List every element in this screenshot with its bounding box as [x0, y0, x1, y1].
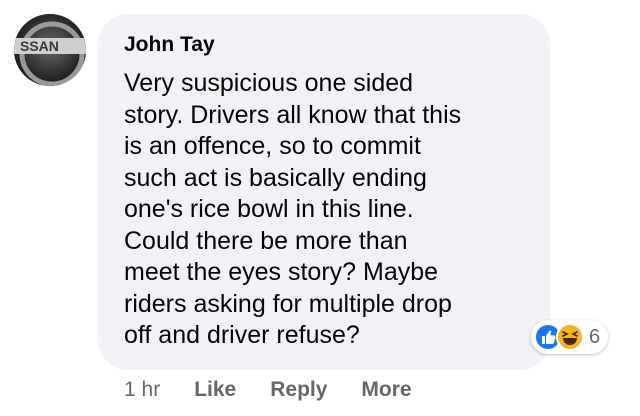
like-button[interactable]: Like [194, 378, 236, 402]
comment-author[interactable]: John Tay [124, 33, 215, 57]
more-button[interactable]: More [361, 378, 411, 402]
comment-timestamp[interactable]: 1 hr [124, 378, 160, 402]
reaction-count: 6 [589, 325, 601, 348]
comment-actions: 1 hr Like Reply More [124, 378, 446, 402]
avatar[interactable]: SSAN [14, 14, 86, 86]
comment-text: Very suspicious one sided story. Drivers… [124, 69, 462, 349]
reply-button[interactable]: Reply [270, 378, 327, 402]
avatar-logo-text: SSAN [20, 38, 59, 54]
reactions-badge[interactable]: 6 [531, 320, 609, 354]
haha-icon [556, 323, 584, 351]
